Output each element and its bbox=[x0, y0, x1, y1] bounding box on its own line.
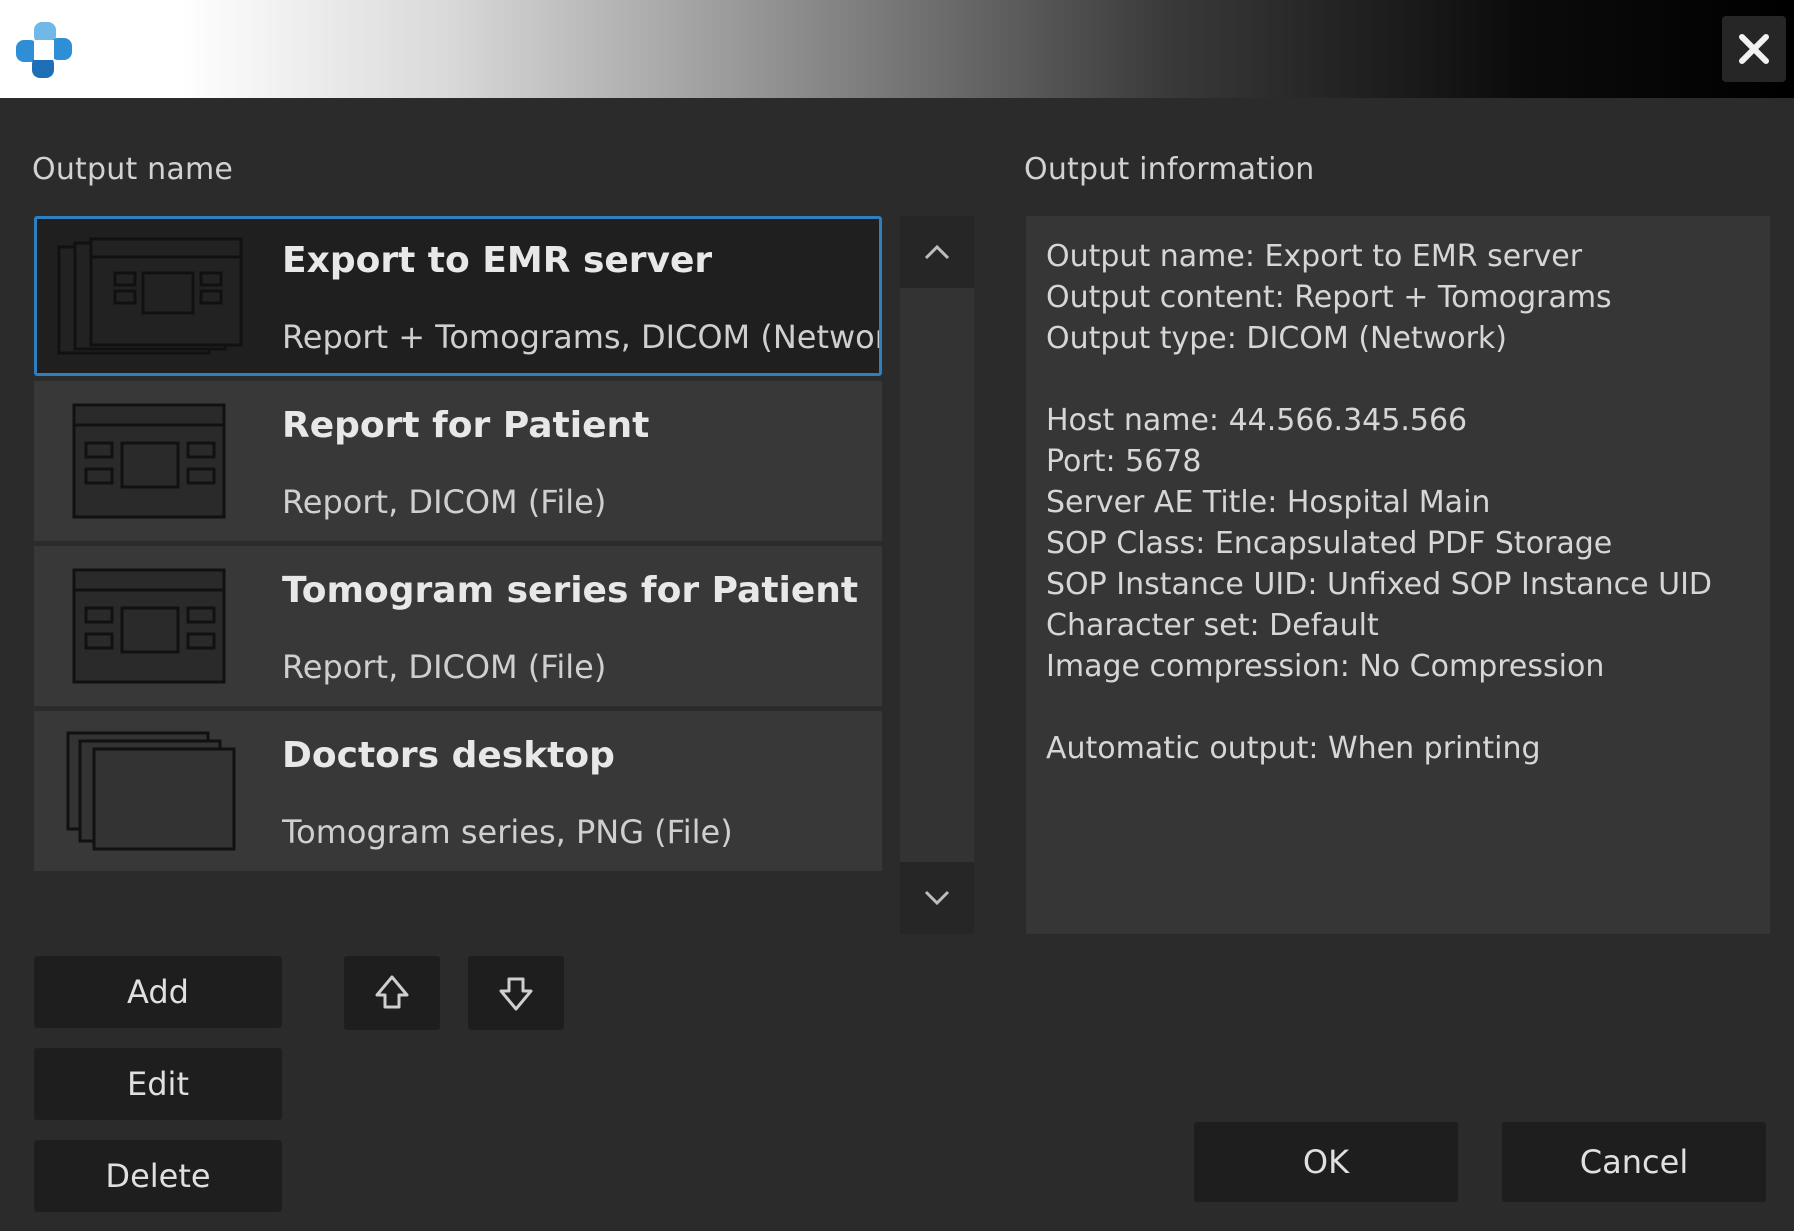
report-icon bbox=[72, 568, 226, 684]
output-list-item-report-patient[interactable]: Report for Patient Report, DICOM (File) bbox=[34, 381, 882, 541]
info-character-set: Character set: Default bbox=[1046, 608, 1379, 643]
close-button[interactable] bbox=[1722, 16, 1786, 82]
output-name-label: Output name bbox=[32, 152, 234, 187]
info-output-name: Output name: Export to EMR server bbox=[1046, 239, 1583, 274]
chevron-up-icon bbox=[924, 244, 950, 260]
image-stack-icon bbox=[66, 731, 236, 851]
chevron-down-icon bbox=[924, 890, 950, 906]
info-output-content: Output content: Report + Tomograms bbox=[1046, 280, 1612, 315]
output-list-item-tomogram-patient[interactable]: Tomogram series for Patient Report, DICO… bbox=[34, 546, 882, 706]
output-item-subtitle: Tomogram series, PNG (File) bbox=[282, 813, 733, 851]
scroll-up-button[interactable] bbox=[900, 216, 974, 288]
app-logo-icon bbox=[16, 22, 72, 78]
report-icon bbox=[72, 403, 226, 519]
info-port: Port: 5678 bbox=[1046, 444, 1202, 479]
info-host-name: Host name: 44.566.345.566 bbox=[1046, 403, 1468, 438]
edit-button[interactable]: Edit bbox=[34, 1048, 282, 1120]
info-automatic-output: Automatic output: When printing bbox=[1046, 731, 1541, 766]
info-image-compression: Image compression: No Compression bbox=[1046, 649, 1605, 684]
output-item-title: Export to EMR server bbox=[282, 240, 713, 281]
info-sop-instance-uid: SOP Instance UID: Unfixed SOP Instance U… bbox=[1046, 567, 1713, 602]
info-sop-class: SOP Class: Encapsulated PDF Storage bbox=[1046, 526, 1613, 561]
move-down-button[interactable] bbox=[468, 956, 564, 1030]
output-information-panel: Output name: Export to EMR server Output… bbox=[1026, 216, 1770, 934]
info-server-ae-title: Server AE Title: Hospital Main bbox=[1046, 485, 1491, 520]
delete-button[interactable]: Delete bbox=[34, 1140, 282, 1212]
move-up-button[interactable] bbox=[344, 956, 440, 1030]
add-button[interactable]: Add bbox=[34, 956, 282, 1028]
output-list-item-doctors-desktop[interactable]: Doctors desktop Tomogram series, PNG (Fi… bbox=[34, 711, 882, 871]
output-information-label: Output information bbox=[1024, 152, 1315, 187]
scroll-down-button[interactable] bbox=[900, 862, 974, 934]
close-icon bbox=[1739, 34, 1769, 64]
output-list: Export to EMR server Report + Tomograms,… bbox=[34, 216, 882, 876]
list-scrollbar[interactable] bbox=[900, 216, 974, 934]
output-item-title: Doctors desktop bbox=[282, 735, 615, 776]
title-bar bbox=[0, 0, 1794, 98]
info-output-type: Output type: DICOM (Network) bbox=[1046, 321, 1508, 356]
output-item-title: Report for Patient bbox=[282, 405, 650, 446]
cancel-button[interactable]: Cancel bbox=[1502, 1122, 1766, 1202]
output-item-subtitle: Report, DICOM (File) bbox=[282, 483, 607, 521]
output-list-item-export-emr[interactable]: Export to EMR server Report + Tomograms,… bbox=[34, 216, 882, 376]
move-down-icon bbox=[499, 977, 533, 1011]
move-up-icon bbox=[375, 975, 409, 1009]
output-item-subtitle: Report, DICOM (File) bbox=[282, 648, 607, 686]
ok-button[interactable]: OK bbox=[1194, 1122, 1458, 1202]
output-item-title: Tomogram series for Patient bbox=[282, 570, 859, 611]
output-item-subtitle: Report + Tomograms, DICOM (Network) bbox=[282, 318, 879, 356]
report-stack-icon bbox=[57, 237, 243, 355]
